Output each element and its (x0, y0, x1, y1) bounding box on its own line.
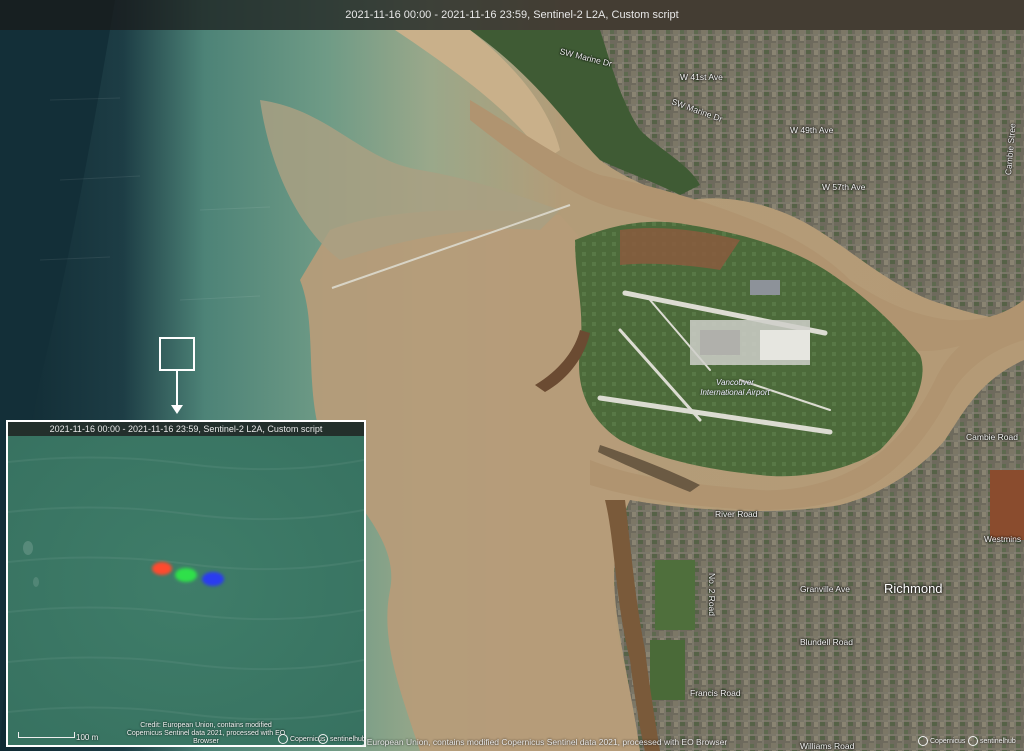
road-label-no2: No. 2 Road (707, 573, 717, 616)
red-band-blob (152, 562, 172, 575)
copernicus-logo-icon (278, 734, 288, 744)
road-label-williams: Williams Road (800, 741, 855, 751)
inset-credit-text: Credit: European Union, contains modifie… (126, 722, 286, 745)
road-label-w41: W 41st Ave (680, 72, 723, 82)
green-band-blob (175, 568, 197, 582)
blue-band-blob (202, 572, 224, 586)
road-label-cambie-road: Cambie Road (966, 432, 1018, 442)
road-label-blundell: Blundell Road (800, 637, 853, 647)
road-label-w57: W 57th Ave (822, 182, 866, 192)
inset-caption: 2021-11-16 00:00 - 2021-11-16 23:59, Sen… (49, 424, 323, 434)
airport-label-line-2: International Airport (700, 388, 770, 397)
copernicus-logo: Copernicus (918, 736, 965, 746)
road-label-granville: Granville Ave (800, 584, 850, 594)
map-credit-text: : European Union, contains modified Cope… (362, 737, 728, 747)
marker-connector-line (176, 371, 178, 409)
sentinelhub-logo-icon (968, 736, 978, 746)
road-label-francis: Francis Road (690, 688, 741, 698)
area-of-interest-marker[interactable] (159, 337, 195, 371)
image-caption-bar: 2021-11-16 00:00 - 2021-11-16 23:59, Sen… (0, 0, 1024, 30)
zoom-inset-panel[interactable]: 2021-11-16 00:00 - 2021-11-16 23:59, Sen… (6, 420, 366, 747)
scale-label: 100 m (76, 733, 99, 742)
inset-water-image (8, 422, 364, 745)
satellite-map[interactable]: 2021-11-16 00:00 - 2021-11-16 23:59, Sen… (0, 0, 1024, 751)
road-label-w49: W 49th Ave (790, 125, 834, 135)
road-label-river-road: River Road (715, 509, 758, 519)
airport-label-line-1: Vancouver (716, 378, 754, 387)
marker-arrow-icon (171, 405, 183, 414)
copernicus-logo-icon (918, 736, 928, 746)
copernicus-logo-text: Copernicus (930, 737, 966, 745)
city-label-richmond: Richmond (884, 581, 943, 596)
airport-label: Vancouver International Airport (690, 378, 780, 398)
road-label-westminster: Westmins (984, 534, 1022, 544)
inset-sentinelhub-text: sentinelhub (330, 735, 366, 743)
sentinelhub-logo: sentinelhub (968, 736, 1016, 746)
inset-caption-bar: 2021-11-16 00:00 - 2021-11-16 23:59, Sen… (8, 422, 364, 436)
scale-bar (18, 732, 75, 738)
image-caption: 2021-11-16 00:00 - 2021-11-16 23:59, Sen… (345, 9, 679, 21)
inset-sentinelhub-logo: sentinelhub (318, 734, 366, 744)
sentinelhub-logo-icon (318, 734, 328, 744)
sentinelhub-logo-text: sentinelhub (980, 737, 1016, 745)
